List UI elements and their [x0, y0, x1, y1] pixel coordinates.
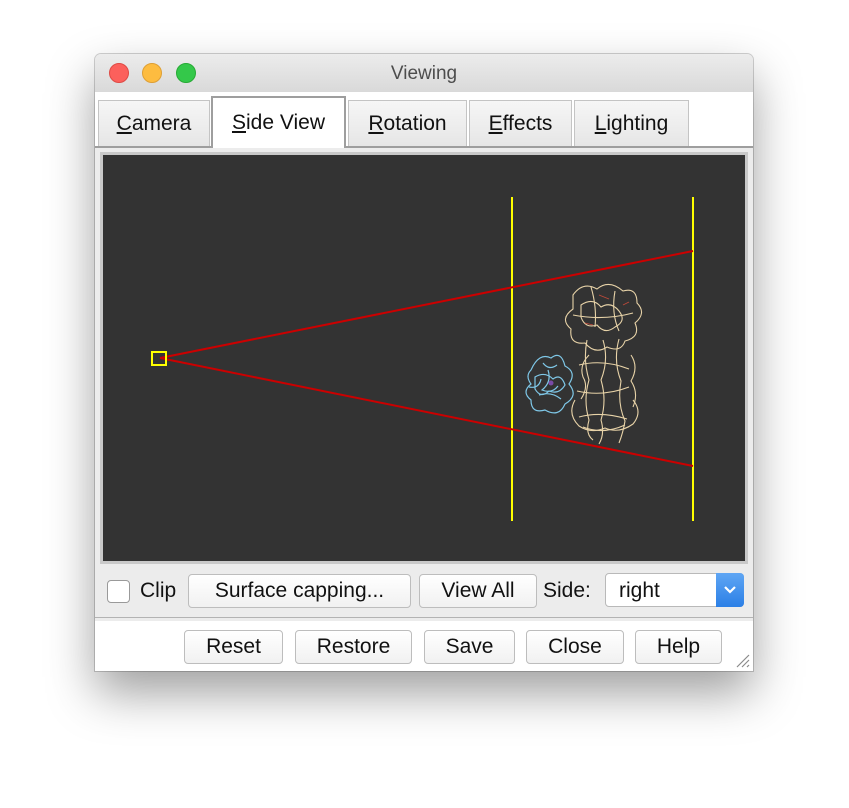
tab-bar: Camera Side View Rotation Effects Lighti… [95, 92, 753, 148]
tab-lighting-mnemonic: L [594, 111, 607, 135]
restore-button[interactable]: Restore [295, 630, 412, 664]
tab-effects[interactable]: Effects [469, 100, 572, 146]
ligand-center-atom [548, 380, 554, 386]
tab-rotation-mnemonic: R [368, 111, 384, 135]
side-label: Side: [543, 579, 591, 602]
side-view-drawing [151, 197, 694, 521]
tab-side-view[interactable]: Side View [211, 96, 346, 148]
chevron-down-icon[interactable] [716, 573, 744, 607]
clip-checkbox[interactable] [107, 580, 130, 603]
view-frustum-bottom [159, 357, 694, 467]
close-button[interactable]: Close [526, 630, 624, 664]
view-frustum-top [159, 250, 694, 359]
protein-structure [564, 283, 643, 445]
tab-camera[interactable]: Camera [98, 100, 210, 146]
dialog-buttons: Reset Restore Save Close Help [95, 622, 753, 671]
surface-capping-button[interactable]: Surface capping... [188, 574, 411, 608]
tab-underline [95, 146, 753, 148]
tab-effects-mnemonic: E [488, 111, 503, 135]
view-all-button[interactable]: View All [419, 574, 537, 608]
tab-effects-label: ffects [502, 111, 553, 135]
tab-rotation[interactable]: Rotation [348, 100, 467, 146]
save-button[interactable]: Save [424, 630, 515, 664]
window-title: Viewing [390, 63, 458, 84]
reset-button[interactable]: Reset [184, 630, 283, 664]
tab-camera-mnemonic: C [116, 111, 132, 135]
tab-lighting-label: ighting [606, 111, 669, 135]
viewing-window: Viewing Camera Side View Rotation Effect… [95, 54, 753, 671]
side-view-canvas[interactable] [100, 152, 748, 564]
tab-rotation-label: otation [383, 111, 447, 135]
tab-camera-label: amera [131, 111, 192, 135]
tab-side-view-label: ide View [246, 111, 325, 134]
side-select-value: right [619, 579, 660, 602]
resize-grip-icon[interactable] [731, 649, 751, 669]
tab-lighting[interactable]: Lighting [574, 100, 689, 146]
title-bar[interactable]: Viewing [95, 54, 753, 93]
help-button[interactable]: Help [635, 630, 722, 664]
side-select[interactable]: right [605, 573, 744, 607]
clip-label: Clip [140, 579, 177, 602]
side-view-controls: Clip Surface capping... View All Side: r… [95, 567, 753, 617]
tab-side-view-mnemonic: S [231, 111, 246, 134]
